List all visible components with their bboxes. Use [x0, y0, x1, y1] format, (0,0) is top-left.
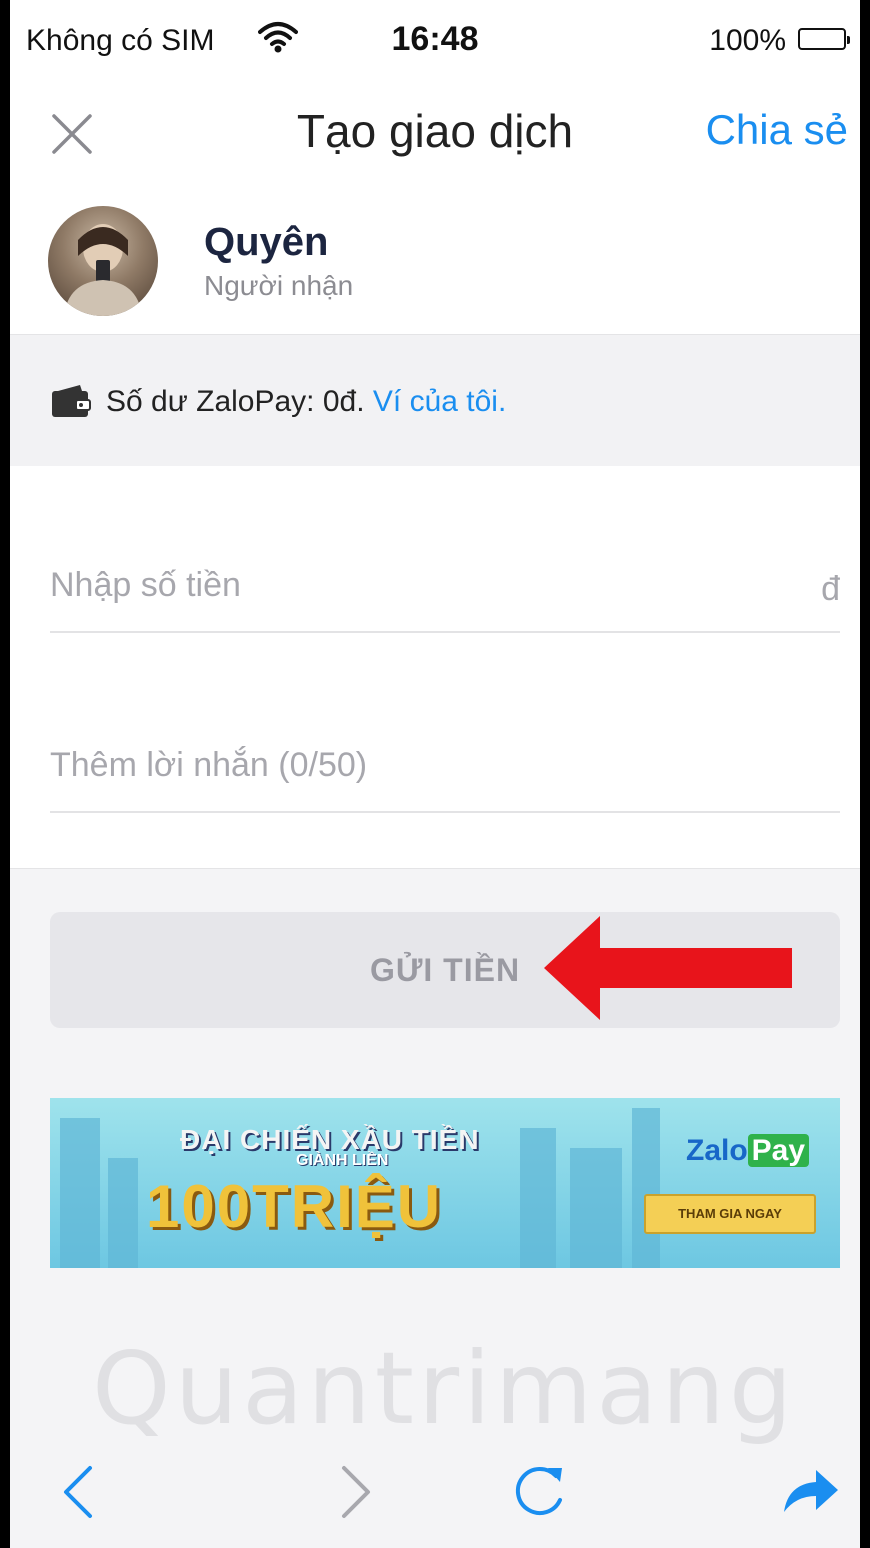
- nav-bar: Tạo giao dịch Chia sẻ: [10, 84, 860, 185]
- reload-icon[interactable]: [510, 1462, 570, 1527]
- watermark: Quantrimang: [92, 1330, 797, 1447]
- battery-percent: 100%: [709, 24, 786, 57]
- red-arrow-annotation: [540, 916, 796, 1025]
- battery-icon: [798, 28, 850, 50]
- app-screen: Không có SIM 16:48 100% Tạo giao dịch Ch…: [10, 0, 860, 1548]
- banner-prize: 100TRIỆU: [146, 1173, 443, 1240]
- recipient-role: Người nhận: [204, 270, 354, 301]
- brand-zalo: Zalo: [686, 1134, 748, 1167]
- currency-symbol: đ: [821, 570, 840, 608]
- share-button[interactable]: Chia sẻ: [706, 106, 848, 154]
- status-bar: Không có SIM 16:48 100%: [10, 0, 860, 84]
- zalopay-logo: Zalo Pay: [686, 1134, 810, 1168]
- avatar: [48, 206, 158, 316]
- browser-toolbar: [10, 1448, 860, 1548]
- amount-input[interactable]: [50, 566, 840, 633]
- wallet-link[interactable]: Ví của tôi.: [373, 385, 506, 418]
- wallet-icon: [50, 385, 92, 424]
- balance-text: Số dư ZaloPay: 0đ. Ví của tôi.: [106, 385, 506, 419]
- forward-icon[interactable]: [330, 1462, 380, 1527]
- join-now-button[interactable]: THAM GIA NGAY: [644, 1194, 816, 1234]
- balance-bar: Số dư ZaloPay: 0đ. Ví của tôi.: [10, 334, 860, 468]
- balance-label: Số dư ZaloPay: 0đ.: [106, 385, 365, 418]
- brand-pay: Pay: [747, 1134, 810, 1167]
- banner-subline: GIÀNH LIỀN: [296, 1152, 389, 1169]
- promo-banner[interactable]: ĐẠI CHIẾN XẦU TIỀN GIÀNH LIỀN 100TRIỆU Z…: [50, 1098, 840, 1268]
- message-input[interactable]: [50, 746, 840, 813]
- share-forward-icon[interactable]: [780, 1462, 842, 1527]
- recipient-card: Quyên Người nhận: [10, 184, 860, 334]
- recipient-name: Quyên: [204, 220, 329, 264]
- back-icon[interactable]: [54, 1462, 104, 1527]
- transfer-form: đ: [10, 466, 860, 869]
